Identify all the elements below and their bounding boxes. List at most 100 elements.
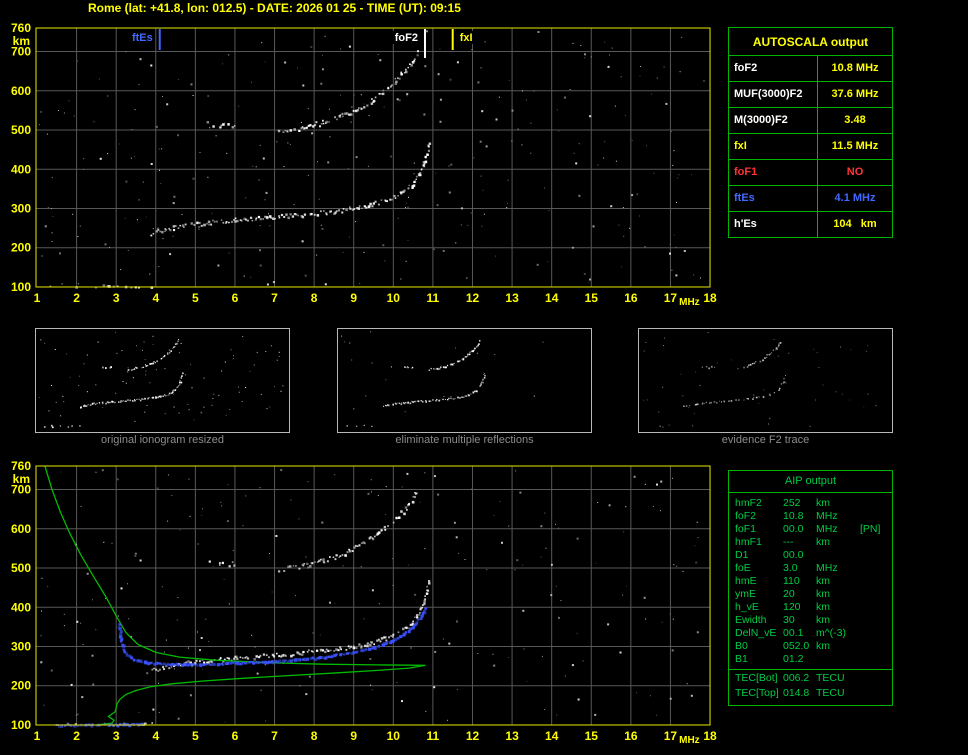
parameter-value: 4.1 MHz: [834, 192, 876, 204]
restored-trace: [55, 607, 428, 728]
x-tick-label: 3: [113, 291, 120, 305]
x-tick-label: 12: [466, 729, 480, 743]
parameter-name: foF1: [735, 523, 757, 535]
parameter-label: foF2: [729, 56, 818, 81]
aip-table-body: hmF2 252 km foF2 10.8 MHz foF1 00.0 MHz [PN] hmF1 -…: [729, 497, 892, 700]
parameter-name: hmF2: [735, 497, 762, 509]
x-tick-label: 9: [350, 291, 357, 305]
parameter-name: hmE: [735, 575, 757, 587]
y-tick-label: 760: [11, 459, 31, 473]
table-row: ymE 20 km: [729, 588, 892, 601]
parameter-name: h_vE: [735, 601, 759, 613]
x-tick-label: 7: [271, 291, 278, 305]
x-tick-label: 8: [311, 291, 318, 305]
y-tick-label: 500: [11, 123, 31, 137]
parameter-name: TEC[Top]: [735, 687, 779, 699]
x-tick-label: 18: [703, 291, 717, 305]
x-tick-label: 12: [466, 291, 480, 305]
x-tick-label: 1: [34, 729, 41, 743]
x-tick-label: 9: [350, 729, 357, 743]
parameter-note: [860, 588, 892, 601]
parameter-value: ---: [783, 536, 794, 548]
parameter-value: 30: [783, 614, 795, 626]
x-tick-label: 16: [624, 291, 638, 305]
table-row: h_vE 120 km: [729, 601, 892, 614]
parameter-label: h'Es: [729, 212, 818, 237]
parameter-note: [860, 536, 892, 549]
parameter-unit: km: [816, 640, 830, 652]
parameter-unit: TECU: [816, 687, 845, 699]
parameter-unit: km: [816, 614, 830, 626]
parameter-unit: km: [816, 588, 830, 600]
x-tick-label: 17: [664, 291, 678, 305]
y-axis-unit: km: [13, 472, 30, 486]
parameter-unit: [816, 549, 860, 562]
parameter-value: 00.0: [783, 549, 804, 561]
aip-table-title: AIP output: [729, 471, 892, 493]
parameter-note: [PN]: [860, 523, 881, 535]
x-tick-label: 11: [427, 729, 440, 743]
table-row: foE 3.0 MHz: [729, 562, 892, 575]
parameter-unit: km: [816, 497, 830, 509]
table-row: TEC[Bot] 006.2 TECU: [729, 669, 892, 687]
x-axis-unit: MHz: [679, 735, 700, 746]
y-tick-label: 500: [11, 561, 31, 575]
table-row: ftEs 4.1 MHz: [729, 186, 892, 212]
x-tick-label: 6: [232, 291, 239, 305]
fxI-marker-label: fxI: [460, 32, 473, 44]
parameter-name: TEC[Bot]: [735, 672, 778, 684]
x-tick-label: 14: [545, 291, 559, 305]
table-row: MUF(3000)F2 37.6 MHz: [729, 82, 892, 108]
parameter-name: hmF1: [735, 536, 762, 548]
x-tick-label: 16: [624, 729, 638, 743]
parameter-unit: TECU: [816, 672, 845, 684]
parameter-unit: MHz: [816, 562, 838, 574]
x-tick-label: 15: [585, 291, 599, 305]
thumbnail-caption-eliminate: eliminate multiple reflections: [395, 434, 534, 446]
thumbnail-original-ionogram: [35, 328, 290, 433]
parameter-unit: m^(-3): [816, 627, 847, 639]
parameter-label: M(3000)F2: [729, 108, 818, 133]
parameter-unit: km: [816, 601, 830, 613]
table-row: foF2 10.8 MHz: [729, 56, 892, 82]
parameter-value: 006.2: [783, 672, 810, 684]
y-tick-label: 300: [11, 640, 31, 654]
x-tick-label: 2: [73, 729, 80, 743]
autoscala-window: Rome (lat: +41.8, lon: 012.5) - DATE: 20…: [0, 0, 968, 755]
x-tick-label: 5: [192, 291, 199, 305]
parameter-label: foF1: [729, 160, 818, 185]
parameter-note: [860, 653, 892, 666]
x-tick-label: 4: [152, 729, 159, 743]
y-tick-label: 400: [11, 162, 31, 176]
y-tick-label: 200: [11, 679, 31, 693]
parameter-name: foF2: [735, 510, 757, 522]
x-tick-label: 11: [427, 291, 440, 305]
parameter-note: [860, 562, 892, 575]
parameter-value: 20: [783, 588, 795, 600]
parameter-note: [860, 549, 892, 562]
parameter-note: [860, 497, 892, 510]
thumbnail-caption-evidence: evidence F2 trace: [721, 434, 810, 446]
parameter-note: [860, 601, 892, 614]
parameter-value: 052.0: [783, 640, 810, 652]
x-tick-label: 4: [152, 291, 159, 305]
y-tick-label: 400: [11, 600, 31, 614]
x-tick-label: 8: [311, 729, 318, 743]
table-row: Ewidth 30 km: [729, 614, 892, 627]
table-row: fxI 11.5 MHz: [729, 134, 892, 160]
y-tick-label: 600: [11, 84, 31, 98]
parameter-note: [860, 687, 892, 700]
x-tick-label: 2: [73, 291, 80, 305]
parameter-note: [860, 510, 892, 523]
parameter-note: [860, 614, 892, 627]
parameter-name: DelN_vE: [735, 627, 777, 639]
table-row: foF2 10.8 MHz: [729, 510, 892, 523]
x-tick-label: 14: [545, 729, 559, 743]
bottom-ionogram-plot: 100200300400500600700760km1 2 3 4 5 6 7 8 9 10 11 1…: [11, 459, 717, 746]
parameter-unit: MHz: [816, 523, 838, 535]
thumbnail-evidence-f2-trace: [638, 328, 893, 433]
table-row: h'Es 104 km: [729, 212, 892, 237]
autoscala-output-table: AUTOSCALA output foF2 10.8 MHz MUF(3000)F2…: [728, 27, 893, 238]
y-tick-label: 600: [11, 522, 31, 536]
parameter-label: ftEs: [729, 186, 818, 211]
